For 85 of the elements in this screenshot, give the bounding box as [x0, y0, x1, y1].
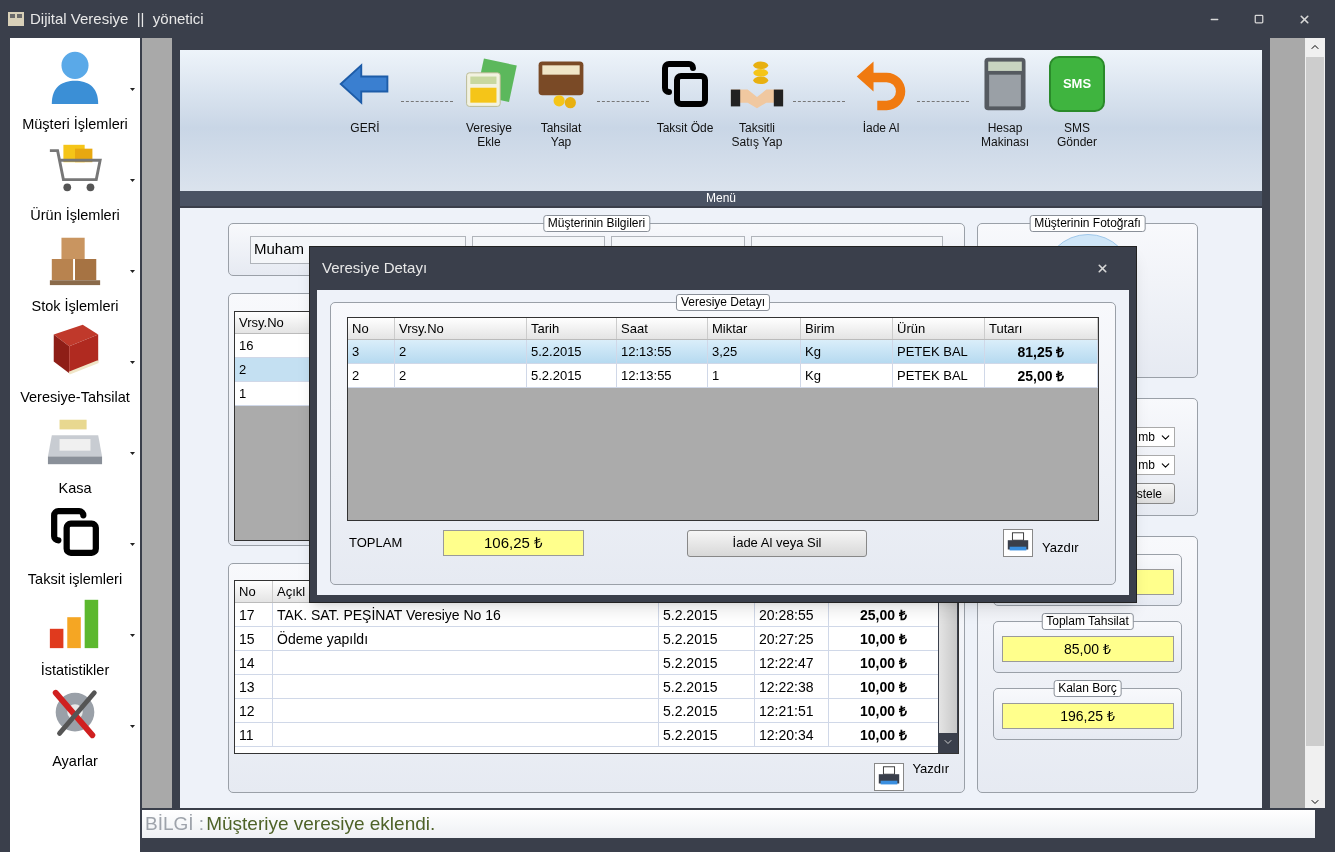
- toolbar-button[interactable]: Taksit Öde: [649, 55, 721, 135]
- table-cell: 5.2.2015: [659, 675, 755, 698]
- caret-icon[interactable]: [130, 452, 135, 455]
- table-cell: 5.2.2015: [659, 627, 755, 650]
- sidebar-item[interactable]: Veresiye-Tahsilat: [10, 319, 140, 410]
- caret-icon[interactable]: [130, 179, 135, 182]
- table-cell: 13: [235, 675, 273, 698]
- close-icon[interactable]: [1298, 12, 1311, 26]
- caret-icon[interactable]: [130, 634, 135, 637]
- maximize-icon[interactable]: [1254, 14, 1264, 24]
- table-cell: Ödeme yapıldı: [273, 627, 659, 650]
- caret-icon[interactable]: [130, 88, 135, 91]
- toolbar-button[interactable]: Hesap Makinası: [969, 55, 1041, 149]
- table-cell: 20:27:25: [755, 627, 829, 650]
- table-cell-text: 25,00 ₺: [859, 606, 908, 625]
- table-cell: 12:22:47: [755, 651, 829, 674]
- table-row[interactable]: 2 2 5.2.2015 12:13:55 1 Kg PETEK BAL 25,00 ₺: [348, 364, 1098, 388]
- table-cell: 5.2.2015: [659, 723, 755, 746]
- group-legend: Müşterinin Fotoğrafı: [1029, 215, 1146, 232]
- table-cell: 17: [235, 603, 273, 626]
- table-cell-text: 10,00 ₺: [859, 630, 908, 649]
- toolbar-button[interactable]: İade Al: [845, 55, 917, 135]
- group-legend: Kalan Borç: [1053, 680, 1122, 697]
- table-cell: 12:22:38: [755, 675, 829, 698]
- column-header[interactable]: Tarih: [527, 318, 617, 339]
- scrollbar[interactable]: [1305, 38, 1325, 808]
- column-header[interactable]: Tutarı: [985, 318, 1098, 339]
- window-title: Dijital Veresiye || yönetici: [30, 8, 204, 29]
- close-icon[interactable]: [1096, 262, 1109, 275]
- group-legend: Veresiye Detayı: [676, 294, 770, 311]
- table-cell: 5.2.2015: [659, 699, 755, 722]
- table-cell-text: 10,00 ₺: [859, 702, 908, 721]
- app-icon: [8, 12, 24, 26]
- column-header[interactable]: Saat: [617, 318, 708, 339]
- return-delete-button[interactable]: İade Al veya Sil: [687, 529, 867, 557]
- print-label[interactable]: Yazdır: [1042, 538, 1079, 558]
- column-header[interactable]: Miktar: [708, 318, 801, 339]
- total-field: 106,25 ₺: [443, 530, 584, 556]
- toolbar-button[interactable]: SMS SMS Gönder: [1041, 55, 1113, 149]
- status-label: BİLGİ :: [145, 811, 205, 836]
- caret-icon[interactable]: [130, 725, 135, 728]
- sidebar-item[interactable]: Ürün İşlemleri: [10, 137, 140, 228]
- printer-icon[interactable]: [1003, 529, 1033, 557]
- column-header[interactable]: Vrsy.No: [395, 318, 527, 339]
- caret-icon[interactable]: [130, 270, 135, 273]
- group-legend: Müşterinin Bilgileri: [542, 215, 651, 232]
- table-cell: 15: [235, 627, 273, 650]
- menu-bar: Menü: [180, 191, 1262, 206]
- toolbar-button[interactable]: Taksitli Satış Yap: [721, 55, 793, 149]
- total-field: 85,00 ₺: [1001, 636, 1174, 662]
- table-cell: 5.2.2015: [659, 651, 755, 674]
- table-row[interactable]: 3 2 5.2.2015 12:13:55 3,25 Kg PETEK BAL 81,25 ₺: [348, 340, 1098, 364]
- caret-icon[interactable]: [130, 543, 135, 546]
- table-cell-text: 10,00 ₺: [859, 678, 908, 697]
- sidebar-item[interactable]: İstatistikler: [10, 592, 140, 683]
- status-message: Müşteriye veresiye eklendi.: [206, 811, 436, 836]
- table-cell: 12: [235, 699, 273, 722]
- table-cell-text: 10,00 ₺: [859, 654, 908, 673]
- sidebar-item[interactable]: Müşteri İşlemleri: [10, 46, 140, 137]
- sidebar-item[interactable]: Stok İşlemleri: [10, 228, 140, 319]
- toolbar-button[interactable]: Veresiye Ekle: [453, 55, 525, 149]
- print-label[interactable]: Yazdır: [912, 759, 949, 779]
- toolbar-button[interactable]: GERİ: [329, 55, 401, 135]
- copy-icon: [661, 60, 709, 108]
- table-cell: 12:20:34: [755, 723, 829, 746]
- column-header[interactable]: Birim: [801, 318, 893, 339]
- table-cell: 12:21:51: [755, 699, 829, 722]
- sidebar-item[interactable]: Ayarlar: [10, 683, 140, 774]
- column-header[interactable]: Ürün: [893, 318, 985, 339]
- sidebar-item[interactable]: Kasa: [10, 410, 140, 501]
- table-cell: 11: [235, 723, 273, 746]
- table-cell-text: 10,00 ₺: [859, 726, 908, 745]
- printer-icon[interactable]: [874, 763, 905, 791]
- sms-icon: SMS: [1049, 56, 1105, 112]
- table-cell: 14: [235, 651, 273, 674]
- copy-icon: [50, 507, 100, 557]
- total-label: TOPLAM: [349, 534, 404, 553]
- dialog-title: Veresiye Detayı: [322, 258, 428, 279]
- toolbar-button[interactable]: Tahsilat Yap: [525, 55, 597, 149]
- column-header[interactable]: No: [348, 318, 395, 339]
- total-field: 196,25 ₺: [1001, 703, 1174, 729]
- sidebar-item[interactable]: Taksit işlemleri: [10, 501, 140, 592]
- group-legend: Toplam Tahsilat: [1041, 613, 1134, 630]
- caret-icon[interactable]: [130, 361, 135, 364]
- column-header[interactable]: No: [235, 581, 273, 602]
